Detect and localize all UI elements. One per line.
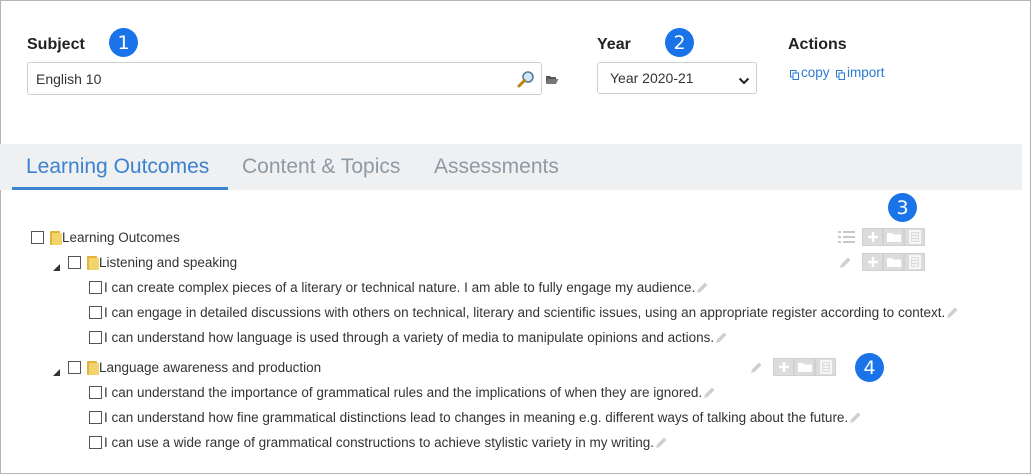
chevron-down-icon (738, 73, 750, 85)
edit-pencil-icon[interactable] (749, 361, 762, 374)
folder-add-icon[interactable] (883, 253, 904, 271)
tab-content-topics[interactable]: Content & Topics (242, 155, 400, 179)
import-icon (836, 68, 845, 80)
subject-value: English 10 (36, 70, 102, 87)
group-toolbar (838, 253, 925, 271)
year-select[interactable]: Year 2020-21 (597, 62, 757, 94)
collapse-triangle-icon[interactable] (53, 363, 60, 381)
edit-pencil-icon[interactable] (695, 281, 708, 294)
outcome-label[interactable]: I can understand how language is used th… (104, 330, 714, 345)
folder-icon (50, 230, 62, 245)
add-icon[interactable] (862, 228, 883, 246)
group-checkbox[interactable] (68, 361, 81, 374)
callout-badge-3: 3 (888, 193, 917, 222)
add-icon[interactable] (862, 253, 883, 271)
import-label: import (847, 65, 885, 80)
import-link[interactable]: import (836, 65, 885, 80)
outcome-row: I can understand how language is used th… (89, 330, 727, 345)
outcome-label[interactable]: I can understand how fine grammatical di… (104, 410, 848, 425)
folder-icon (87, 360, 99, 375)
edit-pencil-icon[interactable] (714, 331, 727, 344)
outcome-label[interactable]: I can understand the importance of gramm… (104, 385, 702, 400)
edit-pencil-icon[interactable] (838, 256, 851, 269)
copy-label: copy (801, 65, 830, 80)
folder-add-icon[interactable] (883, 228, 904, 246)
group-toolbar (749, 358, 836, 376)
tree-root-row: Learning Outcomes (31, 230, 180, 245)
subject-label: Subject (27, 36, 85, 53)
callout-badge-4: 4 (855, 353, 884, 382)
edit-pencil-icon[interactable] (654, 436, 667, 449)
root-toolbar (838, 228, 925, 246)
outcome-row: I can understand how fine grammatical di… (89, 410, 861, 425)
outcome-row: I can understand the importance of gramm… (89, 385, 715, 400)
outcome-checkbox[interactable] (89, 386, 102, 399)
edit-pencil-icon[interactable] (848, 411, 861, 424)
outcome-row: I can create complex pieces of a literar… (89, 280, 708, 295)
outcome-checkbox[interactable] (89, 306, 102, 319)
add-icon[interactable] (773, 358, 794, 376)
group-label[interactable]: Language awareness and production (99, 360, 321, 375)
tree-root-label[interactable]: Learning Outcomes (62, 230, 180, 245)
copy-icon (790, 68, 799, 80)
search-icon[interactable] (517, 70, 535, 88)
outcome-label[interactable]: I can use a wide range of grammatical co… (104, 435, 654, 450)
outcome-checkbox[interactable] (89, 281, 102, 294)
group-label[interactable]: Listening and speaking (99, 255, 237, 270)
subject-input[interactable]: English 10 (27, 62, 542, 95)
outcome-checkbox[interactable] (89, 331, 102, 344)
active-tab-indicator (12, 187, 228, 190)
outcome-row: I can use a wide range of grammatical co… (89, 435, 667, 450)
edit-pencil-icon[interactable] (702, 386, 715, 399)
document-add-icon[interactable] (815, 358, 836, 376)
folder-icon (87, 255, 99, 270)
folder-add-icon[interactable] (794, 358, 815, 376)
root-checkbox[interactable] (31, 231, 44, 244)
outcome-label[interactable]: I can engage in detailed discussions wit… (104, 305, 945, 320)
outcome-label[interactable]: I can create complex pieces of a literar… (104, 280, 695, 295)
group-checkbox[interactable] (68, 256, 81, 269)
document-add-icon[interactable] (904, 228, 925, 246)
folder-open-icon[interactable] (545, 72, 559, 84)
copy-link[interactable]: copy (790, 65, 830, 80)
outcome-checkbox[interactable] (89, 411, 102, 424)
tab-learning-outcomes[interactable]: Learning Outcomes (26, 155, 209, 179)
outcome-row: I can engage in detailed discussions wit… (89, 305, 958, 320)
collapse-triangle-icon[interactable] (53, 258, 60, 276)
year-value: Year 2020-21 (610, 70, 694, 86)
callout-badge-1: 1 (109, 28, 138, 57)
year-label: Year (597, 36, 631, 53)
outcome-checkbox[interactable] (89, 436, 102, 449)
tab-assessments[interactable]: Assessments (434, 155, 559, 179)
actions-label: Actions (788, 36, 847, 53)
edit-pencil-icon[interactable] (945, 306, 958, 319)
document-add-icon[interactable] (904, 253, 925, 271)
reorder-list-icon[interactable] (838, 230, 856, 244)
group-row: Listening and speaking (68, 255, 237, 270)
callout-badge-2: 2 (665, 28, 694, 57)
group-row: Language awareness and production (68, 360, 321, 375)
